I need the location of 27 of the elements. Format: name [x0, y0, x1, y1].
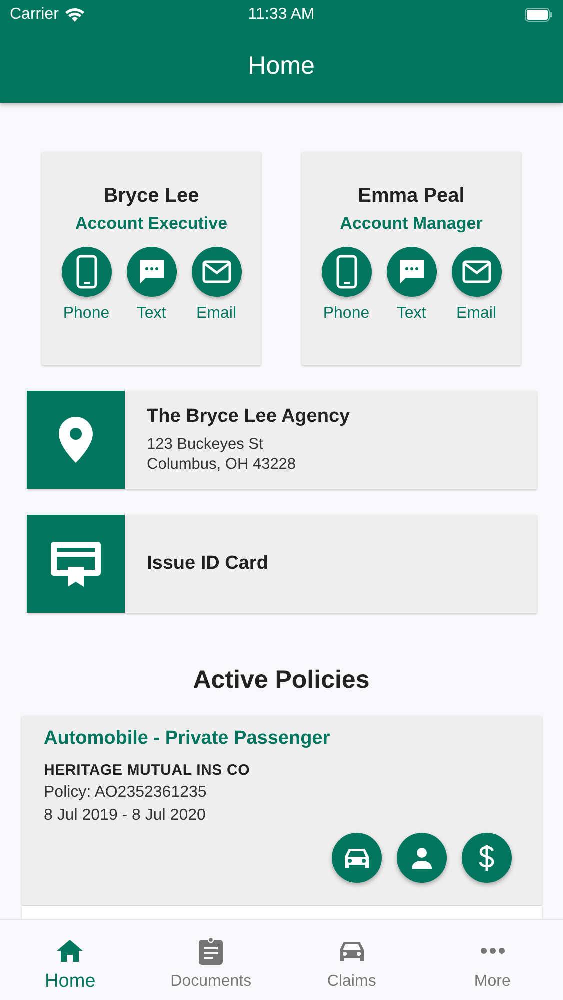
action-label: Phone: [323, 305, 370, 323]
action-label: Email: [456, 305, 496, 323]
carrier-label: Carrier: [10, 6, 59, 24]
policy-card[interactable]: Automobile - Private Passenger HERITAGE MUTUAL INS CO Policy: AO2352361235 8 Jul 2019 - 8 Jul 2020: [22, 716, 542, 905]
agency-address: 123 Buckeyes St Columbus, OH 43228: [147, 434, 298, 474]
action-label: Text: [136, 305, 166, 323]
clock: 11:33 AM: [248, 6, 315, 24]
policy-title: Automobile - Private Passenger: [44, 728, 332, 750]
contact-role: Account Executive: [75, 214, 228, 234]
tab[interactable]: Claims: [282, 920, 422, 1000]
contact-name: Bryce Lee: [104, 185, 200, 208]
tab[interactable]: Home: [0, 920, 141, 1000]
policy-period: 8 Jul 2019 - 8 Jul 2020: [44, 807, 207, 825]
policy-number: Policy: AO2352361235: [44, 784, 208, 802]
insurer-name: HERITAGE MUTUAL INS CO: [44, 762, 252, 779]
id-card-button[interactable]: Issue ID Card: [27, 515, 537, 613]
tab[interactable]: Documents: [140, 920, 282, 1000]
tab[interactable]: More: [422, 920, 563, 1000]
agency-name: The Bryce Lee Agency: [147, 406, 350, 428]
action-label: Text: [396, 305, 426, 323]
action-label: Email: [196, 305, 236, 323]
id-card-label: Issue ID Card: [147, 553, 268, 575]
section-heading: Active Policies: [192, 665, 371, 695]
contact-role: Account Manager: [340, 214, 483, 234]
action-label: Phone: [63, 305, 110, 323]
contact-name: Emma Peal: [358, 185, 465, 208]
page-title: Home: [247, 51, 316, 82]
